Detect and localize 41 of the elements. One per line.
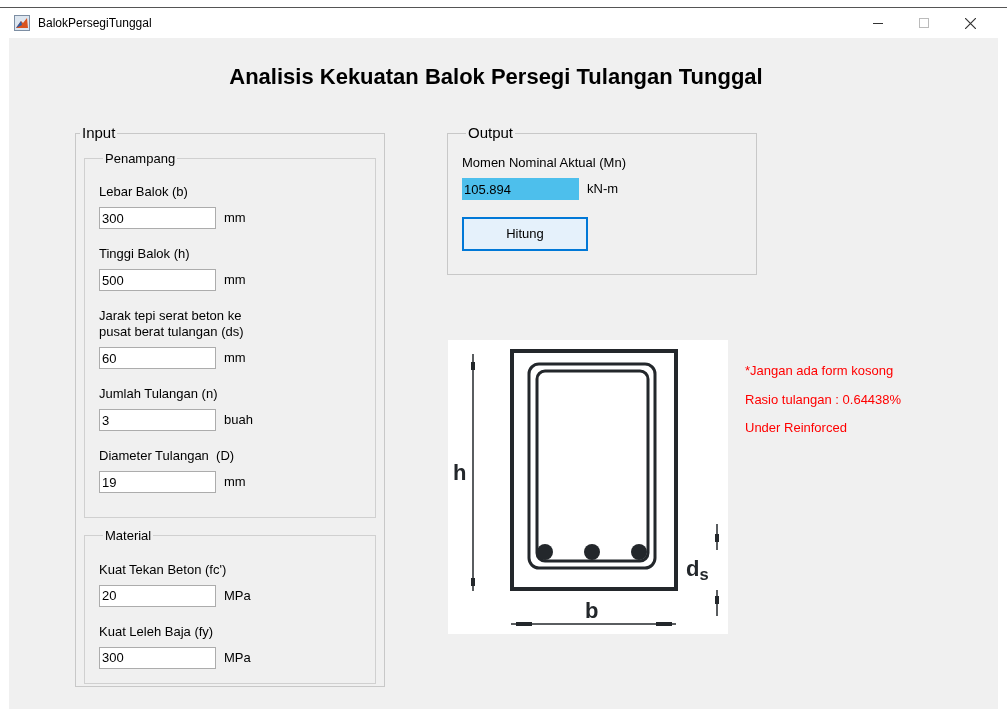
result-field[interactable]: 105.894 (462, 178, 579, 200)
maximize-icon (919, 18, 929, 28)
unit-label: mm (224, 349, 246, 368)
input-field[interactable]: 500 (99, 269, 216, 291)
panel-title: Output (467, 123, 515, 143)
window-title: BalokPersegiTunggal (38, 15, 152, 32)
group-title: Penampang (104, 149, 177, 168)
unit-label: MPa (224, 648, 251, 667)
field-label: Jumlah Tulangan (n) (99, 386, 219, 402)
minimize-icon (873, 22, 883, 24)
field-label: Kuat Tekan Beton (fc') (99, 561, 228, 578)
input-field[interactable]: 20 (99, 584, 216, 607)
input-field[interactable]: 60 (99, 347, 216, 369)
unit-label: buah (224, 411, 253, 430)
field-label: Lebar Balok (b) (99, 184, 189, 200)
unit-label: mm (224, 473, 246, 492)
field-label: Diameter Tulangan (D) (99, 448, 236, 464)
input-field[interactable]: 19 (99, 471, 216, 493)
field-label: Kuat Leleh Baja (fy) (99, 623, 215, 640)
input-field[interactable]: 3 (99, 409, 216, 431)
status-message: Under Reinforced (745, 419, 848, 437)
status-message: *Jangan ada form kosong (745, 362, 895, 380)
cover-label: d$_{s}$ (686, 556, 709, 582)
output-label: Momen Nominal Aktual (Mn) (462, 153, 627, 172)
status-message: Rasio tulangan : 0.64438% (745, 390, 902, 409)
input-field[interactable]: 300 (99, 646, 216, 669)
unit-label: kN-m (587, 180, 619, 199)
close-icon (964, 17, 976, 29)
height-label: h (453, 459, 467, 487)
panel-title: Input (81, 123, 117, 143)
group-title: Material (104, 527, 153, 545)
calculate-button[interactable]: Hitung (462, 217, 588, 251)
field-label: Jarak tepi serat beton ke pusat berat tulangan (ds) (99, 308, 245, 340)
unit-label: mm (224, 209, 246, 228)
page-heading: Analisis Kekuatan Balok Persegi Tulangan Tunggal (228, 63, 764, 91)
field-label: Tinggi Balok (h) (99, 246, 191, 262)
input-field[interactable]: 300 (99, 207, 216, 229)
unit-label: mm (224, 271, 246, 290)
app-icon (14, 15, 30, 31)
width-label: b (585, 597, 599, 625)
unit-label: MPa (224, 586, 251, 605)
